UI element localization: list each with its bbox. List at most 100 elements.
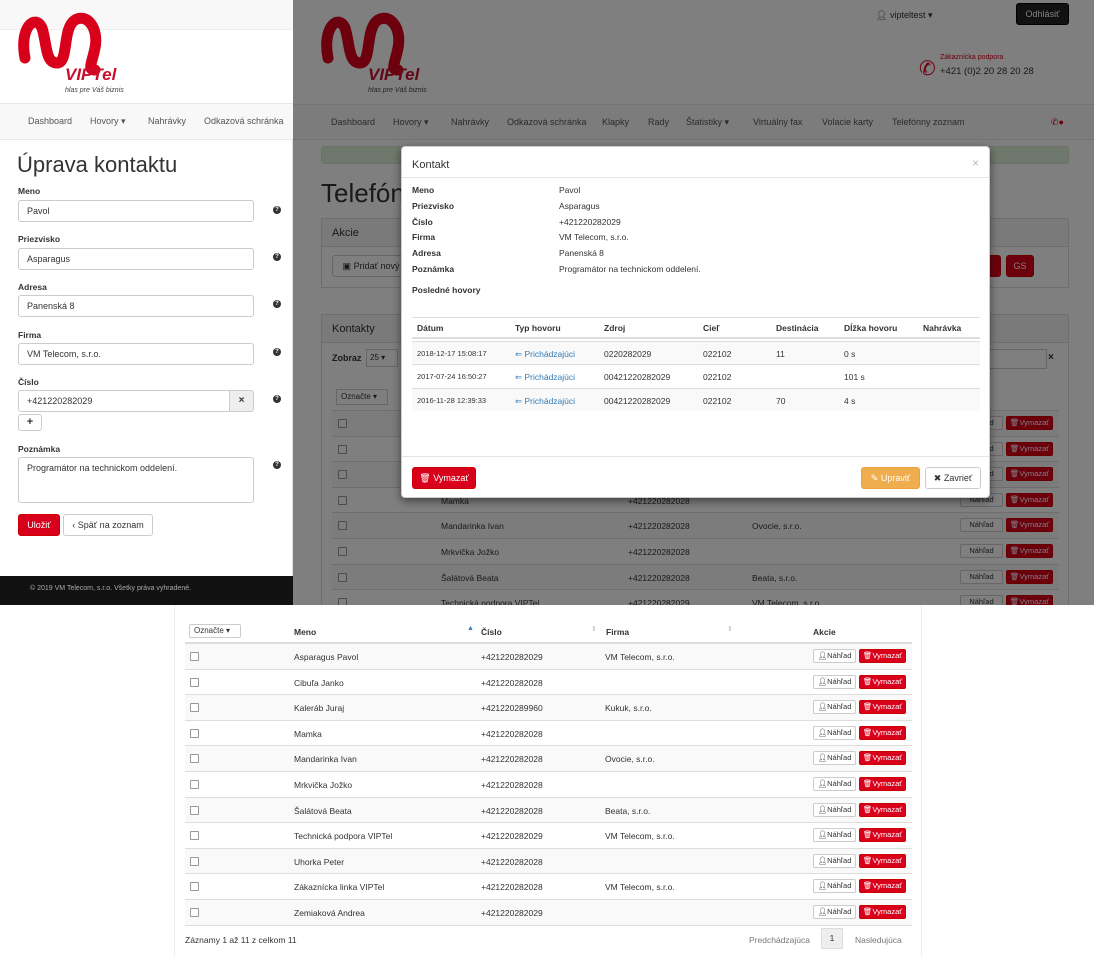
pagination-next[interactable]: Nasledujúca (855, 935, 902, 945)
delete-label: Vymazať (433, 473, 469, 483)
close-button[interactable]: ✖ Zavrieť (925, 467, 981, 489)
row-checkbox[interactable] (190, 677, 199, 687)
left-nav-hovory-label: Hovory (90, 116, 119, 126)
mark-dropdown[interactable]: Označte ▾ (189, 624, 241, 638)
delete-label: Vymazať (872, 779, 903, 788)
view-button[interactable]: 👤︎Náhľad (813, 879, 856, 894)
contact-number: +421220282028 (481, 805, 543, 816)
delete-button[interactable]: 🗑︎ Vymazať (412, 467, 476, 489)
sort-icon[interactable]: ⬍ (591, 625, 597, 633)
row-checkbox[interactable] (190, 780, 199, 789)
view-label: Náhľad (827, 727, 852, 737)
column-header-name[interactable]: Meno (294, 627, 316, 637)
number-input[interactable]: +421220282029 (18, 390, 230, 412)
view-button[interactable]: 👤︎Náhľad (813, 700, 856, 715)
note-label: Poznámka (18, 444, 61, 454)
first-name-input[interactable]: Pavol (18, 200, 254, 222)
row-checkbox[interactable] (190, 652, 199, 661)
left-nav-dashboard[interactable]: Dashboard (28, 116, 72, 126)
back-to-list-button[interactable]: ‹ Späť na zoznam (63, 514, 153, 536)
delete-button[interactable]: 🗑︎Vymazať (859, 777, 906, 791)
delete-button[interactable]: 🗑︎Vymazať (859, 674, 906, 689)
help-icon[interactable]: ? (273, 461, 281, 469)
company-input[interactable]: VM Telecom, s.r.o. (18, 343, 254, 365)
delete-button[interactable]: 🗑︎Vymazať (859, 879, 906, 894)
help-icon[interactable]: ? (273, 395, 281, 403)
help-icon[interactable]: ? (273, 206, 281, 214)
sort-asc-icon[interactable]: ▲ (467, 625, 474, 632)
row-checkbox[interactable] (190, 805, 199, 815)
pencil-icon: ✎ (870, 473, 879, 483)
row-checkbox[interactable] (190, 703, 199, 713)
delete-button[interactable]: 🗑︎Vymazať (859, 751, 906, 766)
user-icon: 👤︎ (817, 727, 828, 737)
view-label: Náhľad (827, 676, 852, 686)
row-checkbox[interactable] (190, 908, 199, 917)
back-to-list-label: Späť na zoznam (77, 520, 144, 530)
table-row: Uhorka Peter +421220282028 👤︎Náhľad 🗑︎Vymaz… (185, 847, 912, 874)
detail-value: Pavol (559, 185, 581, 195)
chevron-left-icon: ‹ (72, 520, 76, 530)
view-button[interactable]: 👤︎Náhľad (813, 725, 856, 740)
edit-button[interactable]: ✎ Upraviť (861, 467, 920, 489)
delete-button[interactable]: 🗑︎Vymazať (859, 700, 906, 715)
contact-name: Zemiaková Andrea (294, 908, 365, 918)
pagination-previous[interactable]: Predchádzajúca (749, 935, 810, 945)
table-row: Asparagus Pavol +421220282029 VM Telecom, … (185, 643, 912, 669)
help-icon[interactable]: ? (273, 348, 281, 356)
view-label: Náhľad (827, 907, 852, 916)
view-button[interactable]: 👤︎Náhľad (813, 853, 856, 868)
left-nav-odkazova-schranka[interactable]: Odkazová schránka (204, 116, 284, 126)
view-button[interactable]: 👤︎Náhľad (813, 802, 856, 817)
view-button[interactable]: 👤︎Náhľad (813, 649, 856, 663)
contact-name: Asparagus Pavol (294, 652, 359, 662)
first-name-label: Meno (18, 186, 41, 196)
left-nav-hovory[interactable]: Hovory ▾ (90, 116, 126, 127)
delete-button[interactable]: 🗑︎Vymazať (859, 853, 906, 868)
row-checkbox[interactable] (190, 831, 199, 841)
row-checkbox[interactable] (190, 882, 199, 892)
view-button[interactable]: 👤︎Náhľad (813, 828, 856, 843)
column-header-company[interactable]: Firma (606, 627, 629, 637)
user-icon: 👤︎ (817, 651, 828, 660)
delete-button[interactable]: 🗑︎Vymazať (859, 905, 906, 919)
last-name-input[interactable]: Asparagus (18, 248, 254, 270)
left-nav-nahravky[interactable]: Nahrávky (148, 116, 186, 126)
contact-company: VM Telecom, s.r.o. (605, 652, 675, 662)
contact-name: Šalátová Beata (294, 805, 352, 816)
column-header-number[interactable]: Číslo (481, 627, 502, 637)
view-button[interactable]: 👤︎Náhľad (813, 674, 856, 689)
help-icon[interactable]: ? (273, 300, 281, 308)
call-row: 2017-07-24 16:50:27 ⇐ Prichádzajúci 004212… (412, 364, 980, 387)
note-textarea[interactable]: Programátor na technickom oddelení. (18, 457, 254, 503)
view-button[interactable]: 👤︎Náhľad (813, 751, 856, 766)
pagination-page-1[interactable]: 1 (821, 928, 843, 949)
view-button[interactable]: 👤︎Náhľad (813, 905, 856, 919)
add-number-button[interactable]: + (18, 414, 42, 431)
save-button[interactable]: Uložiť (18, 514, 60, 536)
view-button[interactable]: 👤︎Náhľad (813, 777, 856, 791)
remove-number-icon[interactable]: × (229, 390, 254, 412)
call-type[interactable]: ⇐ Prichádzajúci (515, 372, 575, 383)
table-row: Zákaznícka linka VIPTel +421220282028 VM T… (185, 873, 912, 899)
sort-icon[interactable]: ⬍ (727, 625, 733, 633)
row-checkbox[interactable] (190, 754, 199, 764)
table-row: Šalátová Beata +421220282028 Beata, s.r.o.… (185, 796, 912, 823)
call-row: 2016-11-28 12:39:33 ⇐ Prichádzajúci 004212… (412, 387, 980, 411)
help-icon[interactable]: ? (273, 253, 281, 261)
row-checkbox[interactable] (190, 728, 199, 738)
row-checkbox[interactable] (190, 856, 199, 866)
delete-button[interactable]: 🗑︎Vymazať (859, 828, 906, 843)
detail-label: Adresa (412, 248, 441, 259)
delete-button[interactable]: 🗑︎Vymazať (859, 802, 906, 817)
footer-copyright: © 2019 VM Telecom, s.r.o. Všetky práva v… (0, 576, 293, 605)
call-type[interactable]: ⇐ Prichádzajúci (515, 349, 575, 360)
contact-name: Uhorka Peter (294, 856, 345, 867)
call-source: 00421220282029 (604, 372, 671, 383)
close-icon[interactable]: × (972, 156, 979, 170)
delete-button[interactable]: 🗑︎Vymazať (859, 649, 906, 663)
call-type[interactable]: ⇐ Prichádzajúci (515, 396, 575, 407)
address-input[interactable]: Panenská 8 (18, 295, 254, 317)
call-source: 00421220282029 (604, 395, 671, 406)
delete-button[interactable]: 🗑︎Vymazať (859, 725, 906, 740)
